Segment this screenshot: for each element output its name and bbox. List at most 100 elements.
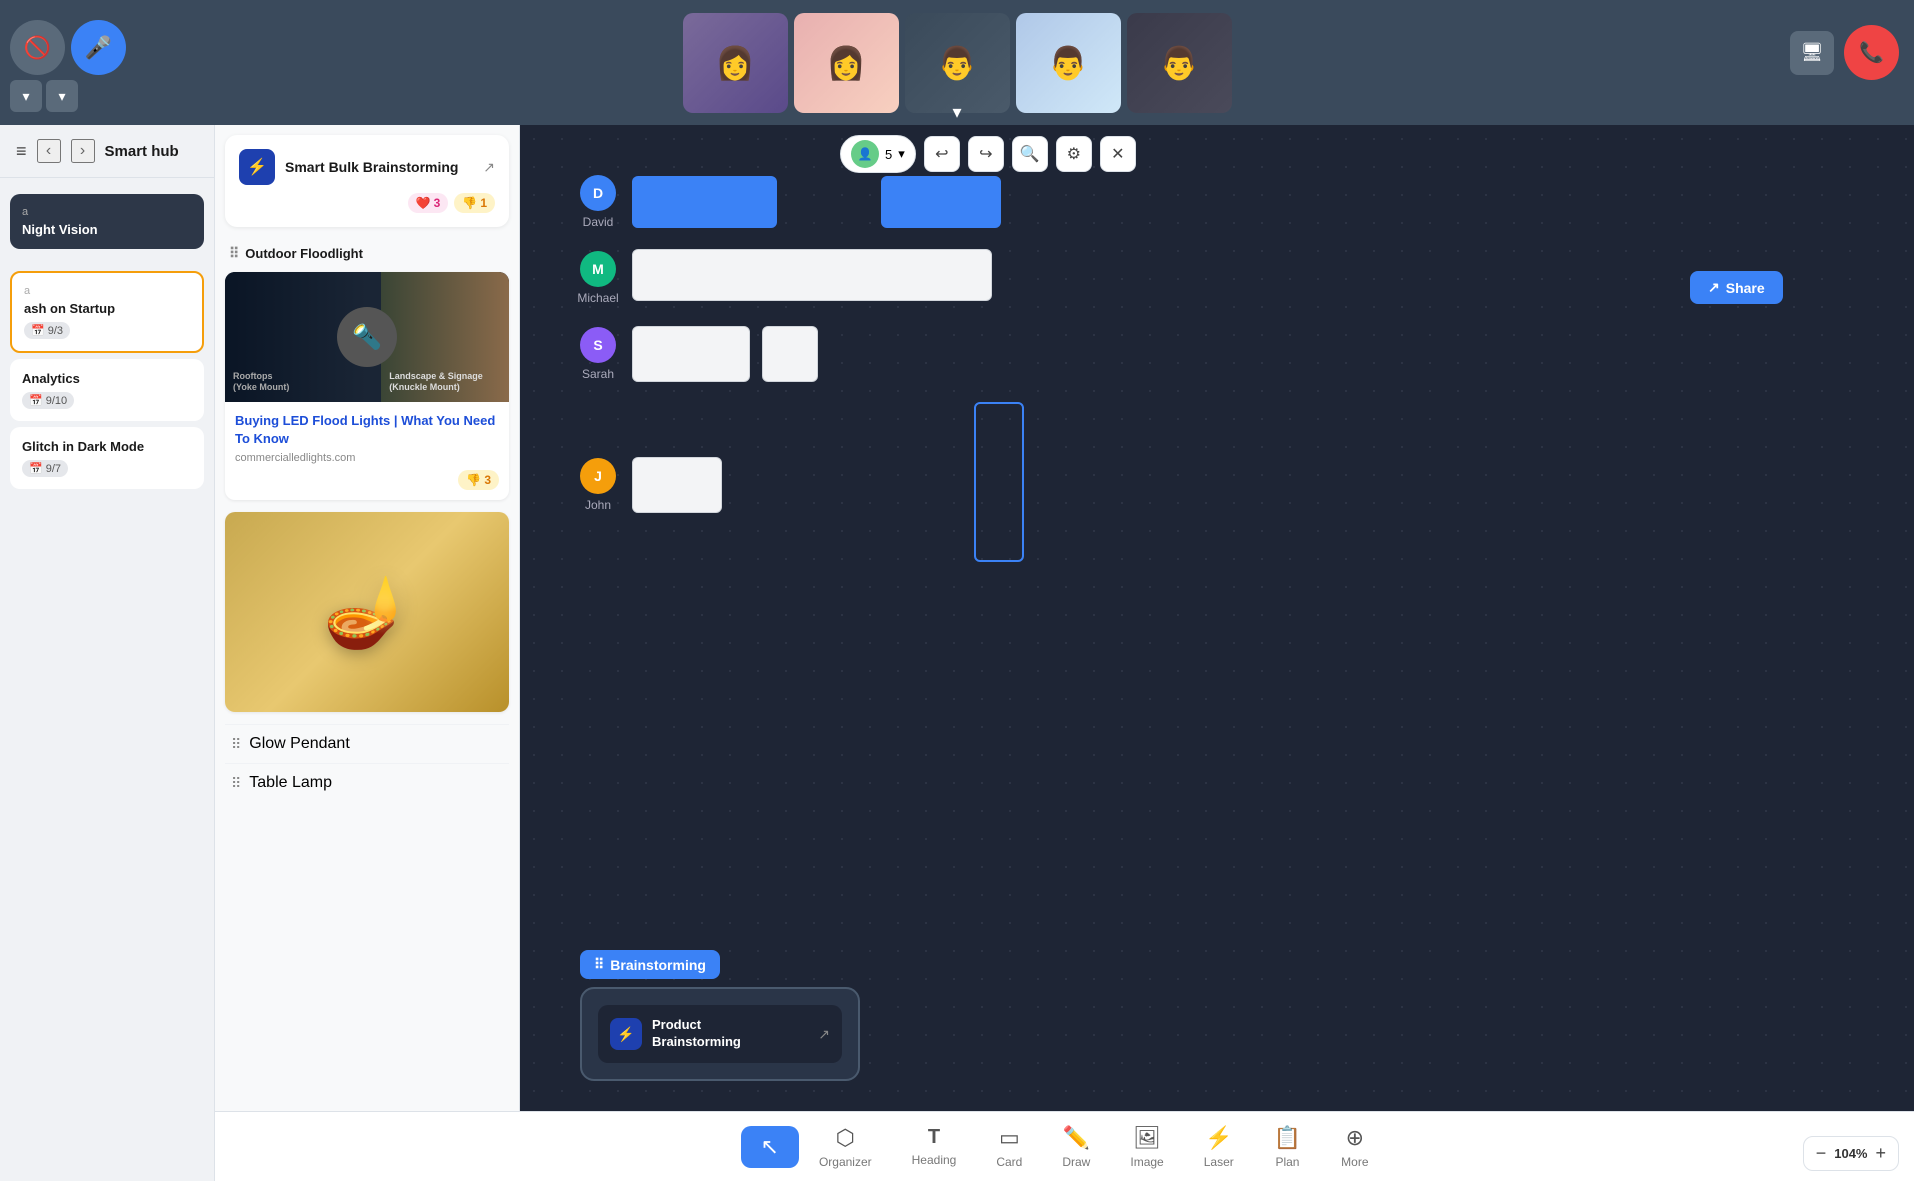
toolbar-heading[interactable]: T Heading: [892, 1118, 977, 1175]
screen-share-button[interactable]: 🖥: [1790, 31, 1834, 75]
toolbar-image[interactable]: 🖼 Image: [1110, 1117, 1183, 1177]
brainstorming-section: ⠿ Brainstorming ⚡ ProductBrainstorming ↗: [580, 950, 860, 1081]
zoom-out-button[interactable]: −: [1816, 1143, 1827, 1164]
sidebar-items: a Night Vision a ash on Startup 📅 9/3 An…: [0, 178, 214, 1181]
brainstorm-product-title: ProductBrainstorming: [652, 1017, 741, 1051]
sidebar-title: Smart hub: [105, 143, 179, 160]
mic-dropdown-button[interactable]: ▾: [46, 80, 78, 112]
brainstorm-tag: ⠿ Brainstorming: [580, 950, 720, 979]
sarah-name: Sarah: [582, 367, 614, 381]
participant-row-john: J John: [580, 402, 1894, 567]
sidebar-item-analytics[interactable]: Analytics 📅 9/10: [10, 359, 204, 421]
forward-button[interactable]: ›: [71, 139, 95, 163]
settings-button[interactable]: ⚙: [1056, 136, 1092, 172]
glow-drag-icon: ⠿: [231, 736, 241, 753]
david-blocks: [632, 176, 1001, 228]
web-card-title[interactable]: Buying LED Flood Lights | What You Need …: [235, 412, 499, 448]
toolbar-select[interactable]: ↖: [741, 1126, 799, 1168]
collapse-video-button[interactable]: ▾: [952, 102, 961, 123]
laser-label: Laser: [1204, 1155, 1234, 1169]
web-card-body: Buying LED Flood Lights | What You Need …: [225, 402, 509, 500]
sidebar-item-glitch[interactable]: Glitch in Dark Mode 📅 9/7: [10, 427, 204, 489]
search-button[interactable]: 🔍: [1012, 136, 1048, 172]
share-button[interactable]: ↗ Share: [1690, 271, 1783, 304]
redo-button[interactable]: ↪: [968, 136, 1004, 172]
dislike-reaction[interactable]: 👎 1: [454, 193, 495, 213]
drag-icon: ⠿: [229, 245, 239, 262]
toolbar-card[interactable]: ▭ Card: [976, 1117, 1042, 1177]
table-drag-icon: ⠿: [231, 775, 241, 792]
table-lamp-title: Table Lamp: [249, 774, 332, 792]
zoom-in-button[interactable]: +: [1875, 1143, 1886, 1164]
plan-label: Plan: [1275, 1155, 1299, 1169]
toolbar-laser[interactable]: ⚡ Laser: [1184, 1117, 1254, 1177]
organizer-label: Organizer: [819, 1155, 872, 1169]
mute-button[interactable]: 🚫: [10, 20, 65, 75]
close-button[interactable]: ✕: [1100, 136, 1136, 172]
bottom-toolbar: ↖ ⬡ Organizer T Heading ▭ Card ✏️ Draw 🖼…: [215, 1111, 1914, 1181]
web-dislike-reaction[interactable]: 👎 3: [458, 470, 499, 490]
end-call-button[interactable]: 📞: [1844, 25, 1899, 80]
organizer-icon: ⬡: [836, 1125, 855, 1151]
john-block-outline: [974, 402, 1024, 562]
glitch-badge: 📅 9/7: [22, 460, 68, 477]
main-area: ≡ ‹ › Smart hub a Night Vision a ash on …: [0, 125, 1914, 1181]
undo-button[interactable]: ↩: [924, 136, 960, 172]
table-lamp-item[interactable]: ⠿ Table Lamp: [225, 763, 509, 802]
smart-bulk-link[interactable]: ↗: [483, 159, 495, 176]
brainstorm-tool-card[interactable]: ⚡ ProductBrainstorming ↗: [598, 1005, 842, 1063]
participant-tile-5[interactable]: 👨: [1127, 13, 1232, 113]
user-count-chevron: ▾: [898, 146, 905, 162]
participant-tile-2[interactable]: 👩: [794, 13, 899, 113]
user-count: 5: [885, 147, 892, 162]
back-button[interactable]: ‹: [37, 139, 61, 163]
toolbar-draw[interactable]: ✏️ Draw: [1042, 1117, 1110, 1177]
heading-label: Heading: [912, 1153, 957, 1167]
image-icon: 🖼: [1133, 1125, 1161, 1151]
toolbar-organizer[interactable]: ⬡ Organizer: [799, 1117, 892, 1177]
participant-tile-4[interactable]: 👨: [1016, 13, 1121, 113]
analytics-badge: 📅 9/10: [22, 392, 74, 409]
brainstorm-icon: ⚡: [610, 1018, 642, 1050]
heading-icon: T: [928, 1126, 940, 1149]
heart-reaction[interactable]: ❤️ 3: [408, 193, 449, 213]
video-controls-right: 🖥 📞: [1790, 25, 1899, 80]
john-block-1: [632, 457, 722, 513]
camera-dropdown-button[interactable]: ▾: [10, 80, 42, 112]
mic-button[interactable]: 🎤: [71, 20, 126, 75]
john-name: John: [585, 498, 611, 512]
michael-name: Michael: [577, 291, 618, 305]
participant-row-sarah: S Sarah: [580, 326, 1894, 382]
draw-icon: ✏️: [1063, 1125, 1090, 1151]
participant-tile-3[interactable]: 👨: [905, 13, 1010, 113]
card-label: Card: [996, 1155, 1022, 1169]
participant-tile-1[interactable]: 👩: [683, 13, 788, 113]
brainstorm-link[interactable]: ↗: [818, 1026, 830, 1043]
sidebar-item-night-vision[interactable]: a Night Vision: [10, 194, 204, 249]
menu-icon[interactable]: ≡: [16, 141, 27, 162]
analytics-title: Analytics: [22, 371, 192, 386]
more-icon: ⊕: [1346, 1125, 1364, 1151]
sidebar-item-startup[interactable]: a ash on Startup 📅 9/3: [10, 271, 204, 353]
startup-badge: 📅 9/3: [24, 322, 70, 339]
john-avatar: J: [580, 458, 616, 494]
user-count-button[interactable]: 👤 5 ▾: [840, 135, 916, 173]
night-vision-title: Night Vision: [22, 222, 192, 237]
smart-bulk-icon: ⚡: [239, 149, 275, 185]
header-controls: 👤 5 ▾ ↗ Share ↩ ↪ 🔍 ⚙ ✕: [840, 135, 1136, 173]
outdoor-floodlight-header: ⠿ Outdoor Floodlight: [225, 239, 509, 268]
user-avatar: 👤: [851, 140, 879, 168]
night-vision-prefix: a: [22, 206, 192, 218]
glitch-title: Glitch in Dark Mode: [22, 439, 192, 454]
plan-icon: 📋: [1274, 1125, 1301, 1151]
sarah-block-1: [632, 326, 750, 382]
brainstorm-label: Brainstorming: [610, 957, 706, 973]
glow-pendant-item[interactable]: ⠿ Glow Pendant: [225, 724, 509, 763]
toolbar-plan[interactable]: 📋 Plan: [1254, 1117, 1321, 1177]
david-block-1: [632, 176, 777, 228]
led-floodlight-web-card[interactable]: Rooftops(Yoke Mount) 🔦 Landscape & Signa…: [225, 272, 509, 500]
lamp-card[interactable]: 🪔: [225, 512, 509, 712]
toolbar-more[interactable]: ⊕ More: [1321, 1117, 1388, 1177]
video-bar: 🚫 🎤 ▾ ▾ 👩 👩 👨 👨 👨 ▾ 🖥 📞: [0, 0, 1914, 125]
sidebar: ≡ ‹ › Smart hub a Night Vision a ash on …: [0, 125, 215, 1181]
